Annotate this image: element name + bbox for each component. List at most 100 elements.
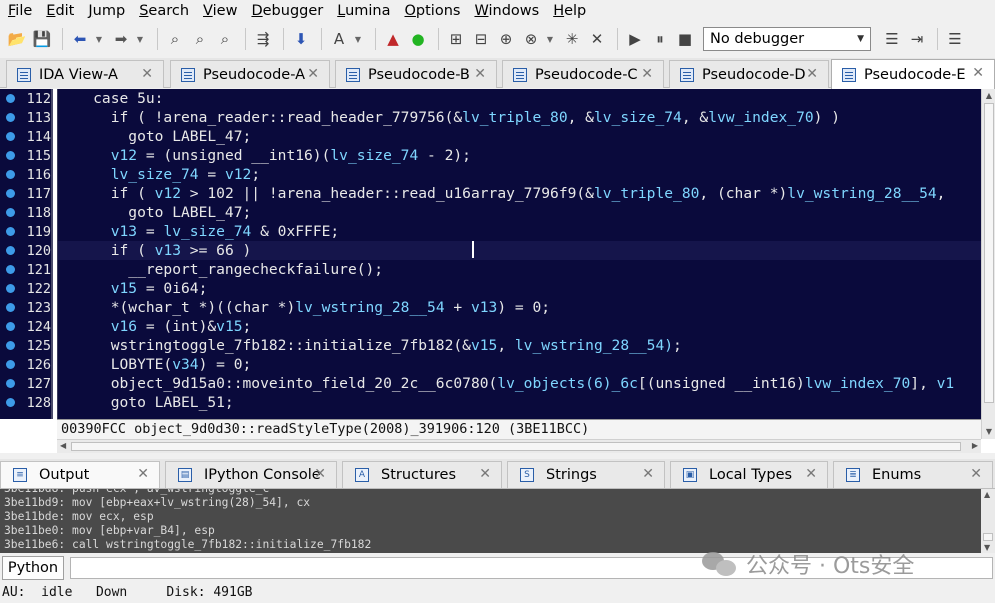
breakpoint-dot-icon[interactable]: [6, 113, 15, 122]
back-icon[interactable]: ⬅: [69, 28, 91, 50]
gutter-line[interactable]: 126: [0, 355, 51, 374]
close-icon[interactable]: ✕: [474, 66, 486, 82]
tab-pseudocode-e[interactable]: Pseudocode-E ✕: [831, 59, 995, 89]
add-segment-icon[interactable]: ⊗: [520, 28, 542, 50]
green-circle-icon[interactable]: ●: [407, 28, 429, 50]
gutter-line[interactable]: 120: [0, 241, 51, 260]
vertical-scroll-thumb[interactable]: [984, 103, 994, 403]
menu-edit[interactable]: Edit: [42, 1, 78, 21]
jump-down-icon[interactable]: ⬇: [290, 28, 312, 50]
breakpoint-dot-icon[interactable]: [6, 94, 15, 103]
close-icon[interactable]: ✕: [805, 466, 817, 482]
menu-debugger[interactable]: Debugger: [247, 1, 327, 21]
gutter-line[interactable]: 124: [0, 317, 51, 336]
tab-output[interactable]: ≡ Output ✕: [0, 461, 160, 488]
close-x-icon[interactable]: ✕: [586, 28, 608, 50]
play-icon[interactable]: ▶: [624, 28, 646, 50]
gutter-line[interactable]: 116: [0, 165, 51, 184]
tab-ipython-console[interactable]: ▤ IPython Console ✕: [165, 461, 337, 488]
output-window[interactable]: 3be11bd8: push ecx ; av_wstringtoggle_c3…: [0, 489, 995, 553]
gutter-line[interactable]: 128: [0, 393, 51, 412]
code-line[interactable]: lv_size_74 = v12;: [58, 165, 981, 184]
tab-enums[interactable]: ≣ Enums ✕: [833, 461, 993, 488]
menu-windows[interactable]: Windows: [470, 1, 543, 21]
code-line[interactable]: if ( v12 > 102 || !arena_header::read_u1…: [58, 184, 981, 203]
scroll-up-arrow-icon[interactable]: ▲: [984, 91, 994, 101]
step-into-icon[interactable]: ⇥: [906, 28, 928, 50]
breakpoint-dot-icon[interactable]: [6, 170, 15, 179]
breakpoint-dot-icon[interactable]: [6, 284, 15, 293]
close-icon[interactable]: ✕: [479, 466, 491, 482]
gutter-line[interactable]: 113: [0, 108, 51, 127]
tab-pseudocode-d[interactable]: Pseudocode-D ✕: [669, 60, 829, 88]
breakpoint-dot-icon[interactable]: [6, 360, 15, 369]
dropdown-arrow-icon[interactable]: ▼: [545, 28, 555, 50]
add-func-icon[interactable]: ⊕: [495, 28, 517, 50]
gutter-line[interactable]: 123: [0, 298, 51, 317]
breakpoint-dot-icon[interactable]: [6, 208, 15, 217]
output-scroll-thumb[interactable]: [983, 533, 993, 541]
dropdown-arrow-icon[interactable]: ▼: [135, 28, 145, 50]
close-icon[interactable]: ✕: [642, 466, 654, 482]
tab-local-types[interactable]: ▣ Local Types ✕: [670, 461, 828, 488]
close-icon[interactable]: ✕: [314, 466, 326, 482]
vertical-scrollbar[interactable]: ▲ ▼: [981, 89, 995, 439]
text-icon[interactable]: A: [328, 28, 350, 50]
code-line[interactable]: v12 = (unsigned __int16)(lv_size_74 - 2)…: [58, 146, 981, 165]
breakpoint-dot-icon[interactable]: [6, 341, 15, 350]
tab-strings[interactable]: S Strings ✕: [507, 461, 665, 488]
binary-search-icon[interactable]: ⌕: [164, 28, 186, 50]
scroll-up-arrow-icon[interactable]: ▲: [984, 490, 990, 499]
breakpoint-dot-icon[interactable]: [6, 322, 15, 331]
breakpoint-list-icon[interactable]: ☰: [881, 28, 903, 50]
gutter-line[interactable]: 112: [0, 89, 51, 108]
horizontal-scrollbar[interactable]: ◀ ▶: [57, 439, 981, 453]
scroll-left-arrow-icon[interactable]: ◀: [60, 441, 66, 450]
gutter-line[interactable]: 127: [0, 374, 51, 393]
mark-position-icon[interactable]: ⇶: [252, 28, 274, 50]
tab-structures[interactable]: A Structures ✕: [342, 461, 502, 488]
gutter-line[interactable]: 125: [0, 336, 51, 355]
forward-icon[interactable]: ➡: [110, 28, 132, 50]
menu-options[interactable]: Options: [400, 1, 464, 21]
breakpoint-dot-icon[interactable]: [6, 398, 15, 407]
gutter-line[interactable]: 121: [0, 260, 51, 279]
plugin-icon[interactable]: ✳: [561, 28, 583, 50]
text-search-icon[interactable]: ⌕: [189, 28, 211, 50]
code-line[interactable]: LOBYTE(v34) = 0;: [58, 355, 981, 374]
code-line[interactable]: v15 = 0i64;: [58, 279, 981, 298]
scroll-down-arrow-icon[interactable]: ▼: [984, 543, 990, 552]
add-struct-icon[interactable]: ⊞: [445, 28, 467, 50]
scroll-right-arrow-icon[interactable]: ▶: [972, 441, 978, 450]
gutter-line[interactable]: 117: [0, 184, 51, 203]
close-icon[interactable]: ✕: [970, 466, 982, 482]
debugger-select[interactable]: No debugger ▼: [703, 27, 871, 51]
menu-search[interactable]: Search: [135, 1, 193, 21]
close-icon[interactable]: ✕: [806, 66, 818, 82]
tab-pseudocode-b[interactable]: Pseudocode-B ✕: [335, 60, 497, 88]
stop-icon[interactable]: ■: [674, 28, 696, 50]
gutter-line[interactable]: 119: [0, 222, 51, 241]
code-line[interactable]: goto LABEL_51;: [58, 393, 981, 412]
breakpoint-dot-icon[interactable]: [6, 265, 15, 274]
menu-file[interactable]: File: [4, 1, 36, 21]
code-line[interactable]: goto LABEL_47;: [58, 203, 981, 222]
code-line[interactable]: v13 = lv_size_74 & 0xFFFE;: [58, 222, 981, 241]
menu-help[interactable]: Help: [549, 1, 590, 21]
close-icon[interactable]: ✕: [307, 66, 319, 82]
warning-icon[interactable]: ▲: [382, 28, 404, 50]
breakpoint-dot-icon[interactable]: [6, 246, 15, 255]
code-line[interactable]: *(wchar_t *)((char *)lv_wstring_28__54 +…: [58, 298, 981, 317]
breakpoint-dot-icon[interactable]: [6, 151, 15, 160]
breakpoint-dot-icon[interactable]: [6, 189, 15, 198]
close-icon[interactable]: ✕: [641, 66, 653, 82]
breakpoint-dot-icon[interactable]: [6, 227, 15, 236]
code-line[interactable]: goto LABEL_47;: [58, 127, 981, 146]
scroll-down-arrow-icon[interactable]: ▼: [984, 427, 994, 437]
gutter-line[interactable]: 122: [0, 279, 51, 298]
breakpoint-dot-icon[interactable]: [6, 303, 15, 312]
gutter-line[interactable]: 114: [0, 127, 51, 146]
code-line[interactable]: if ( !arena_reader::read_header_779756(&…: [58, 108, 981, 127]
tab-ida-view-a[interactable]: IDA View-A ✕: [6, 60, 164, 88]
code-line[interactable]: wstringtoggle_7fb182::initialize_7fb182(…: [58, 336, 981, 355]
